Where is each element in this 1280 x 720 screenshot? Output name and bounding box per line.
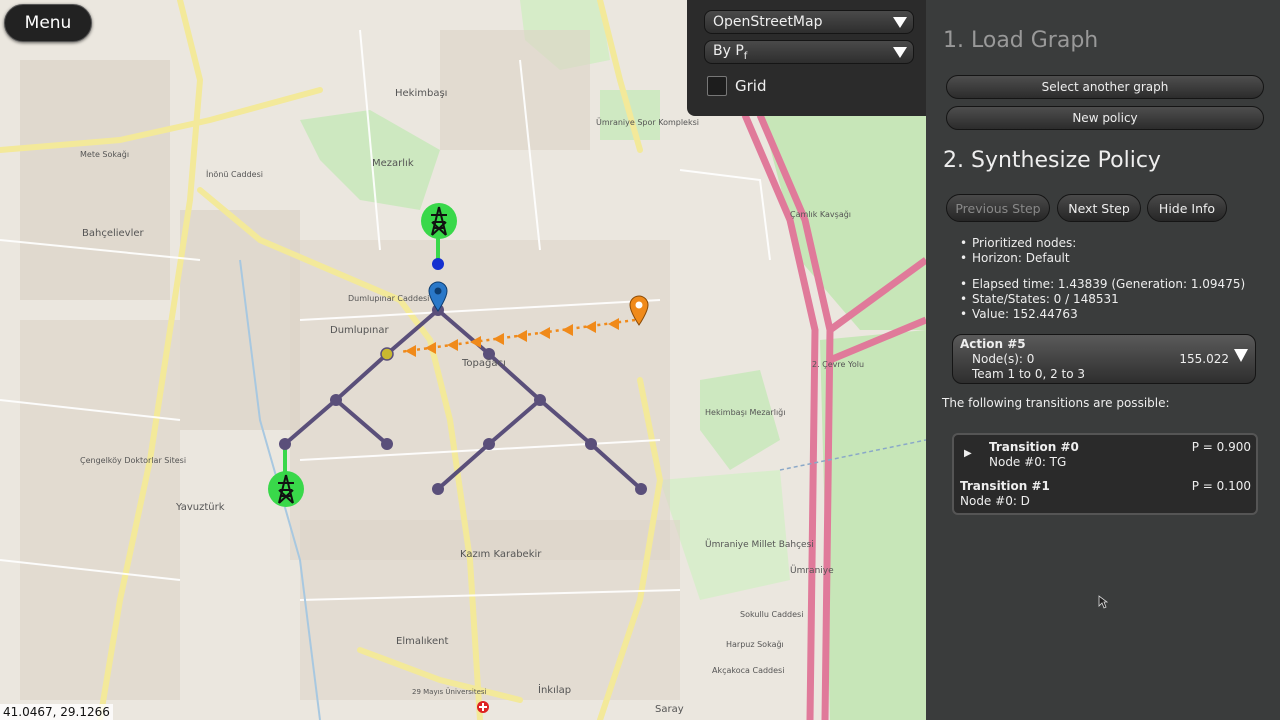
- place-label: Saray: [655, 704, 684, 715]
- transition-probability: P = 0.100: [1191, 479, 1251, 493]
- source-node: [432, 258, 444, 270]
- place-label: İnkılap: [538, 685, 572, 696]
- chevron-down-icon: [893, 47, 907, 58]
- street-label: Akçakoca Caddesi: [712, 666, 785, 675]
- street-label: Mete Sokağı: [80, 150, 130, 159]
- section-synthesize-title: 2. Synthesize Policy: [943, 148, 1161, 173]
- blue-pin-icon[interactable]: [427, 280, 449, 312]
- place-label: Hekimbaşı: [395, 88, 448, 99]
- tile-source-dropdown[interactable]: OpenStreetMap: [704, 10, 914, 34]
- map-controls: OpenStreetMap By Pf Grid: [687, 0, 926, 116]
- transition-title: Transition #1: [960, 479, 1050, 493]
- transition-node: Node #0: TG: [989, 455, 1067, 469]
- target-node: [380, 347, 394, 361]
- menu-button[interactable]: Menu: [4, 4, 92, 42]
- tile-source-value: OpenStreetMap: [713, 14, 823, 30]
- transition-title: Transition #0: [989, 440, 1079, 454]
- grid-label: Grid: [735, 77, 767, 95]
- control-panel: 1. Load Graph Select another graph New p…: [926, 0, 1280, 720]
- street-label: 2. Çevre Yolu: [812, 360, 865, 369]
- select-graph-button[interactable]: Select another graph: [946, 75, 1264, 99]
- power-tower-icon[interactable]: [267, 470, 305, 508]
- grid-checkbox[interactable]: [707, 76, 727, 96]
- place-label: Bahçelievler: [82, 228, 144, 239]
- info-elapsed-time: Elapsed time: 1.43839 (Generation: 1.094…: [960, 277, 1245, 292]
- place-label: Kazım Karabekir: [460, 549, 542, 560]
- grid-toggle[interactable]: Grid: [707, 76, 766, 96]
- info-value: Value: 152.44763: [960, 307, 1245, 322]
- info-prioritized-nodes: Prioritized nodes:: [960, 236, 1076, 251]
- next-step-button[interactable]: Next Step: [1057, 194, 1141, 222]
- expand-arrow-icon[interactable]: ▶: [964, 448, 972, 459]
- info-states: State/States: 0 / 148531: [960, 292, 1245, 307]
- map-view[interactable]: Hekimbaşı Bahçelievler Mezarlık Dumlupın…: [0, 0, 926, 720]
- transition-probability: P = 0.900: [1191, 440, 1251, 454]
- street-label: Dumlupınar Caddesi: [348, 294, 430, 303]
- info-list-settings: Prioritized nodes: Horizon: Default: [960, 236, 1076, 266]
- chevron-down-icon: [893, 17, 907, 28]
- place-label: Mezarlık: [372, 158, 414, 169]
- street-label: İnönü Caddesi: [206, 170, 263, 179]
- hospital-icon: [477, 701, 489, 713]
- place-label: Çengelköy Doktorlar Sitesi: [80, 456, 187, 465]
- street-label: Sokullu Caddesi: [740, 610, 804, 619]
- power-tower-icon[interactable]: [420, 202, 458, 240]
- place-label: Topağacı: [462, 358, 506, 369]
- mouse-cursor-icon: [1098, 595, 1108, 609]
- section-load-graph-title: 1. Load Graph: [943, 28, 1099, 53]
- place-label: Elmalıkent: [396, 636, 449, 647]
- transition-node: Node #0: D: [960, 494, 1030, 508]
- hide-info-button[interactable]: Hide Info: [1147, 194, 1227, 222]
- chevron-down-icon: [1234, 349, 1248, 362]
- place-label: Ümraniye Millet Bahçesi: [705, 540, 814, 550]
- street-label: Harpuz Sokağı: [726, 640, 784, 649]
- info-list-stats: Elapsed time: 1.43839 (Generation: 1.094…: [960, 277, 1245, 322]
- place-label: Dumlupınar: [330, 325, 389, 336]
- action-nodes: Node(s): 0: [972, 352, 1035, 366]
- place-label: 29 Mayıs Üniversitesi: [412, 688, 487, 696]
- action-title: Action #5: [960, 337, 1026, 351]
- new-policy-button[interactable]: New policy: [946, 106, 1264, 130]
- color-mode-dropdown[interactable]: By Pf: [704, 40, 914, 64]
- place-label: Yavuztürk: [176, 502, 225, 513]
- place-label: Hekimbaşı Mezarlığı: [705, 408, 786, 417]
- orange-pin-icon[interactable]: [628, 294, 650, 326]
- color-mode-value: By Pf: [713, 42, 748, 62]
- place-label: Ümraniye: [790, 566, 834, 576]
- transitions-list: ▶ Transition #0 Node #0: TG P = 0.900 Tr…: [952, 433, 1258, 515]
- action-team: Team 1 to 0, 2 to 3: [972, 367, 1086, 381]
- transitions-intro: The following transitions are possible:: [942, 396, 1170, 410]
- street-label: Çamlık Kavşağı: [790, 210, 852, 219]
- place-label: Ümraniye Spor Kompleksi: [596, 118, 699, 127]
- info-horizon: Horizon: Default: [960, 251, 1076, 266]
- previous-step-button[interactable]: Previous Step: [946, 194, 1050, 222]
- action-value: 155.022: [1179, 352, 1229, 366]
- action-selector[interactable]: Action #5 Node(s): 0 155.022 Team 1 to 0…: [952, 334, 1256, 384]
- coordinates-readout: 41.0467, 29.1266: [0, 704, 113, 720]
